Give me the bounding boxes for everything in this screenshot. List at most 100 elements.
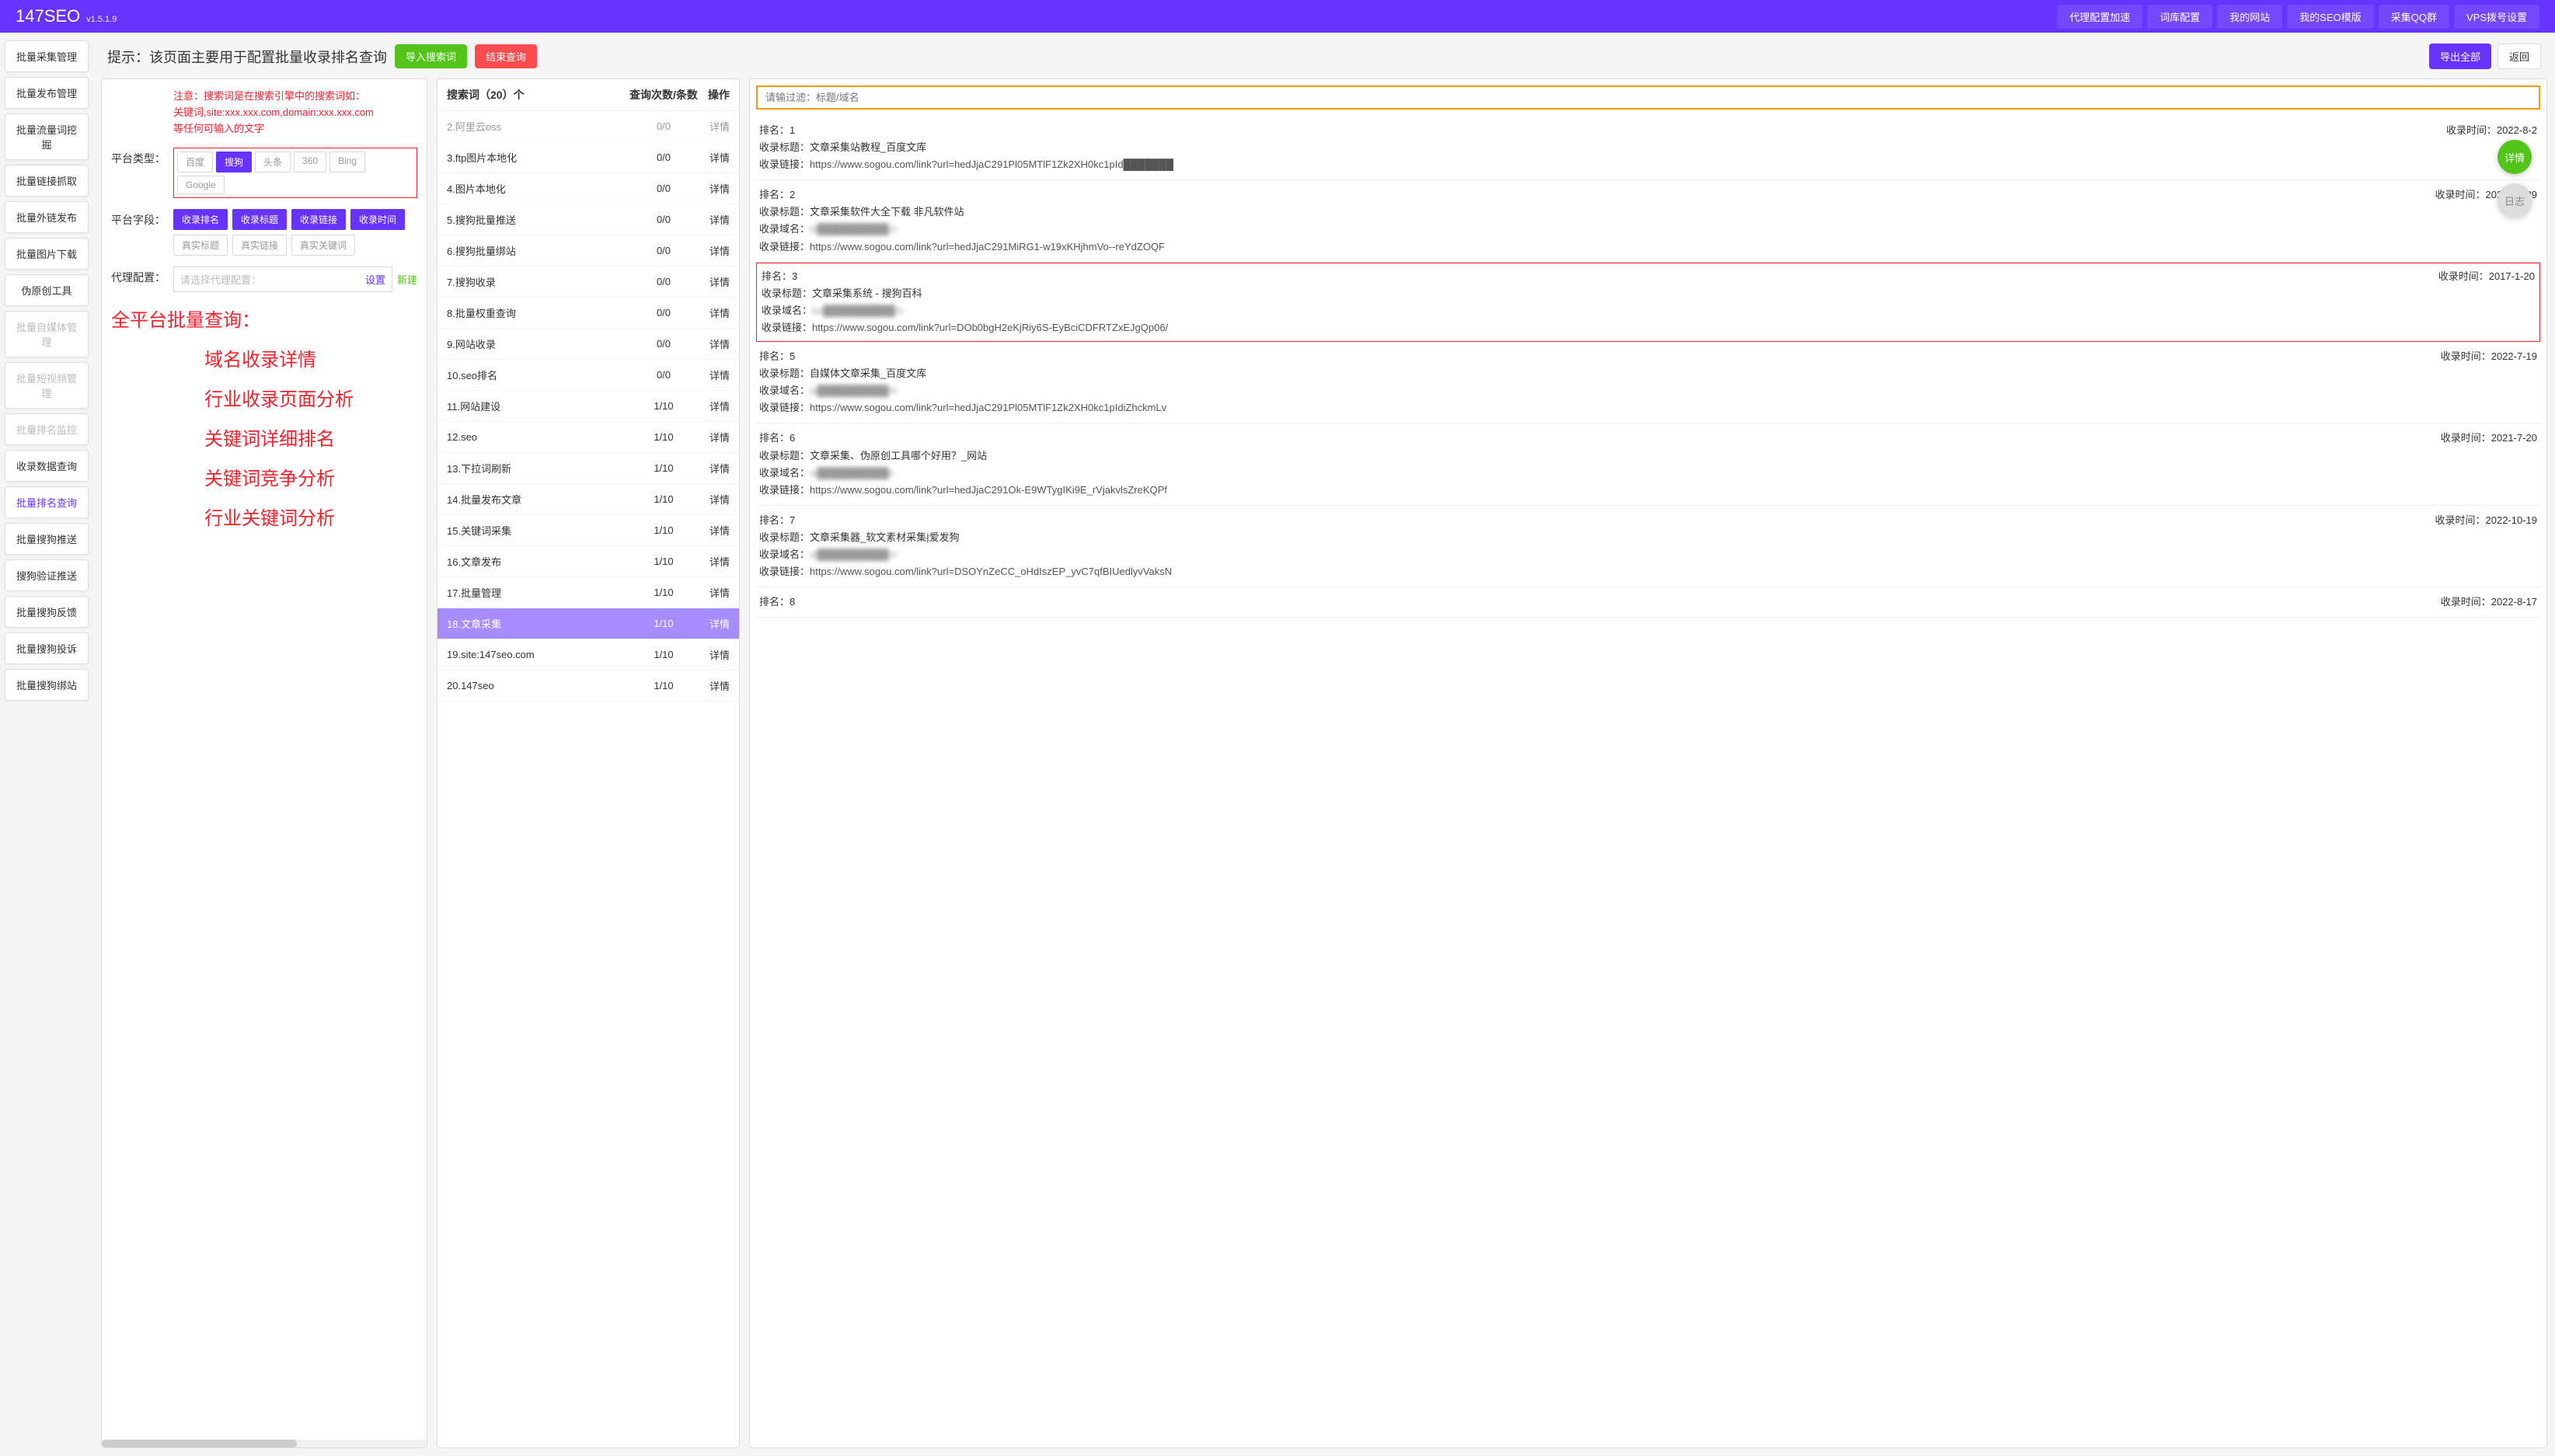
keyword-detail-link[interactable]: 详情: [699, 647, 730, 662]
keyword-row[interactable]: 18.文章采集1/10详情: [437, 608, 739, 639]
sidebar-item[interactable]: 批量搜狗绑站: [5, 669, 89, 701]
keyword-count: 1/10: [629, 680, 699, 691]
keyword-detail-link[interactable]: 详情: [699, 119, 730, 134]
headline: 全平台批量查询：: [111, 305, 417, 332]
field-tag[interactable]: 收录标题: [232, 209, 287, 230]
nav-item[interactable]: VPS拨号设置: [2454, 5, 2539, 29]
keyword-row[interactable]: 19.site:147seo.com1/10详情: [437, 639, 739, 671]
header-nav: 代理配置加速词库配置我的网站我的SEO模版采集QQ群VPS拨号设置: [2057, 5, 2539, 29]
keyword-row[interactable]: 20.147seo1/10详情: [437, 671, 739, 702]
sidebar-item[interactable]: 批量采集管理: [5, 40, 89, 72]
platform-tag[interactable]: 头条: [255, 152, 291, 172]
keyword-count: 1/10: [629, 431, 699, 443]
keyword-detail-link[interactable]: 详情: [699, 461, 730, 475]
keyword-detail-link[interactable]: 详情: [699, 150, 730, 165]
platform-tag[interactable]: Bing: [329, 152, 365, 172]
sidebar-item[interactable]: 批量外链发布: [5, 201, 89, 233]
keyword-row[interactable]: 7.搜狗收录0/0详情: [437, 266, 739, 298]
keywords-panel: 搜索词（20）个 查询次数/条数 操作 2.阿里云oss0/0详情3.ftp图片…: [437, 78, 740, 1448]
field-tag[interactable]: 收录时间: [350, 209, 405, 230]
keyword-count: 1/10: [629, 400, 699, 412]
keyword-detail-link[interactable]: 详情: [699, 305, 730, 320]
platform-tag[interactable]: 360: [294, 152, 326, 172]
sidebar-item[interactable]: 批量搜狗投诉: [5, 632, 89, 664]
keyword-row[interactable]: 12.seo1/10详情: [437, 422, 739, 453]
field-tag[interactable]: 收录排名: [173, 209, 228, 230]
sidebar-item[interactable]: 批量自媒体管理: [5, 311, 89, 357]
sidebar-item[interactable]: 收录数据查询: [5, 450, 89, 482]
import-button[interactable]: 导入搜索词: [395, 44, 467, 68]
keyword-row[interactable]: 8.批量权重查询0/0详情: [437, 298, 739, 329]
nav-item[interactable]: 采集QQ群: [2379, 5, 2449, 29]
keyword-row[interactable]: 3.ftp图片本地化0/0详情: [437, 142, 739, 173]
platform-tag[interactable]: 百度: [177, 152, 213, 172]
result-title: 文章采集器_软文素材采集|爱发狗: [810, 529, 960, 546]
sidebar-item[interactable]: 批量短视频管理: [5, 362, 89, 409]
sidebar-item[interactable]: 批量链接抓取: [5, 165, 89, 197]
nav-item[interactable]: 词库配置: [2147, 5, 2212, 29]
keyword-detail-link[interactable]: 详情: [699, 523, 730, 538]
keyword-detail-link[interactable]: 详情: [699, 181, 730, 196]
sidebar-item[interactable]: 批量搜狗推送: [5, 523, 89, 555]
field-tag[interactable]: 真实标题: [173, 235, 228, 256]
keyword-detail-link[interactable]: 详情: [699, 585, 730, 600]
keyword-count: 1/10: [629, 618, 699, 629]
keyword-detail-link[interactable]: 详情: [699, 678, 730, 693]
result-item: 排名：8收录时间：2022-8-17: [756, 587, 2540, 618]
keyword-detail-link[interactable]: 详情: [699, 212, 730, 227]
end-query-button[interactable]: 结束查询: [475, 44, 537, 68]
nav-item[interactable]: 我的网站: [2217, 5, 2282, 29]
keyword-row[interactable]: 16.文章发布1/10详情: [437, 546, 739, 577]
h-scrollbar[interactable]: [102, 1440, 427, 1447]
result-domain: w██████████m: [810, 382, 897, 399]
keyword-detail-link[interactable]: 详情: [699, 430, 730, 444]
sidebar-item[interactable]: 批量排名查询: [5, 486, 89, 518]
keyword-detail-link[interactable]: 详情: [699, 243, 730, 258]
sidebar-item[interactable]: 伪原创工具: [5, 274, 89, 306]
keyword-row[interactable]: 11.网站建设1/10详情: [437, 391, 739, 422]
keyword-detail-link[interactable]: 详情: [699, 492, 730, 507]
keyword-row[interactable]: 10.seo排名0/0详情: [437, 360, 739, 391]
field-tag[interactable]: 真实链接: [232, 235, 287, 256]
export-all-button[interactable]: 导出全部: [2429, 44, 2491, 69]
sidebar-item[interactable]: 搜狗验证推送: [5, 559, 89, 591]
sidebar-item[interactable]: 批量排名监控: [5, 413, 89, 445]
keyword-row[interactable]: 15.关键词采集1/10详情: [437, 515, 739, 546]
proxy-set-link[interactable]: 设置: [365, 272, 385, 287]
keyword-row[interactable]: 5.搜狗批量推送0/0详情: [437, 204, 739, 235]
sidebar-item[interactable]: 批量流量词挖掘: [5, 113, 89, 160]
keyword-detail-link[interactable]: 详情: [699, 554, 730, 569]
keyword-row[interactable]: 2.阿里云oss0/0详情: [437, 111, 739, 142]
float-detail-button[interactable]: 详情: [2497, 140, 2532, 174]
keyword-count: 0/0: [629, 245, 699, 256]
proxy-new-link[interactable]: 新建: [397, 272, 417, 287]
field-tag[interactable]: 收录链接: [291, 209, 346, 230]
keyword-detail-link[interactable]: 详情: [699, 616, 730, 631]
platform-label: 平台类型：: [111, 148, 166, 166]
keyword-detail-link[interactable]: 详情: [699, 367, 730, 382]
keyword-row[interactable]: 4.图片本地化0/0详情: [437, 173, 739, 204]
back-button[interactable]: 返回: [2497, 44, 2541, 69]
keyword-detail-link[interactable]: 详情: [699, 399, 730, 413]
sidebar-item[interactable]: 批量搜狗反馈: [5, 596, 89, 628]
keyword-row[interactable]: 17.批量管理1/10详情: [437, 577, 739, 608]
platform-tag[interactable]: 搜狗: [216, 152, 252, 172]
keyword-row[interactable]: 6.搜狗批量绑站0/0详情: [437, 235, 739, 266]
nav-item[interactable]: 我的SEO模版: [2287, 5, 2373, 29]
keyword-detail-link[interactable]: 详情: [699, 336, 730, 351]
float-log-button[interactable]: 日志: [2497, 183, 2532, 218]
platform-tag[interactable]: Google: [177, 176, 225, 194]
keyword-count: 1/10: [629, 587, 699, 598]
field-tag[interactable]: 真实关键词: [291, 235, 355, 256]
sidebar-item[interactable]: 批量发布管理: [5, 77, 89, 109]
result-title: 文章采集、伪原创工具哪个好用？_网站: [810, 448, 987, 465]
keyword-row[interactable]: 13.下拉词刷新1/10详情: [437, 453, 739, 484]
sidebar-item[interactable]: 批量图片下载: [5, 238, 89, 270]
keyword-detail-link[interactable]: 详情: [699, 274, 730, 289]
filter-input[interactable]: [756, 85, 2540, 110]
proxy-select[interactable]: 请选择代理配置： 设置: [173, 266, 392, 292]
keyword-row[interactable]: 14.批量发布文章1/10详情: [437, 484, 739, 515]
nav-item[interactable]: 代理配置加速: [2057, 5, 2142, 29]
keyword-count: 0/0: [629, 307, 699, 319]
keyword-row[interactable]: 9.网站收录0/0详情: [437, 329, 739, 360]
